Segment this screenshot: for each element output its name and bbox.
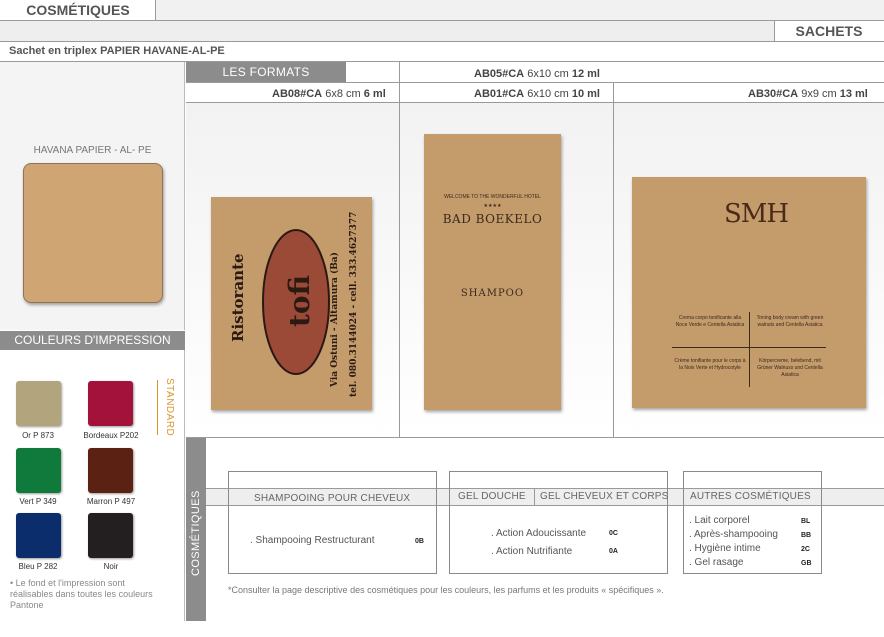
format-code: AB01#CA	[474, 88, 525, 100]
swatch-marron	[88, 448, 133, 493]
format-AB08: AB08#CA 6x8 cm 6 ml	[272, 88, 386, 100]
cosmetic-code: 0B	[415, 538, 424, 545]
ristorante-print: Ristorante tofi Via Ostuni - Altamura (B…	[229, 212, 359, 397]
swatch-bleu	[16, 513, 61, 558]
cosmetic-item: . Action Adoucissante	[491, 528, 587, 539]
ristorante-phone: tel. 080.3144024 - cell. 333.4627377	[349, 212, 359, 397]
boekelo-brand: BAD BOEKELO	[442, 212, 543, 226]
smh-logo: SMH	[724, 199, 789, 229]
format-size: 6x10 cm	[527, 68, 569, 80]
category-box-shampoo	[228, 471, 437, 574]
swatch-label: Noir	[103, 562, 119, 571]
print-colors-title: COULEURS D'IMPRESSION	[14, 333, 171, 347]
page-title: COSMÉTIQUES	[26, 2, 130, 18]
format-volume: 13 ml	[839, 88, 868, 100]
format-code: AB08#CA	[272, 88, 323, 100]
category-title: GEL CHEVEUX ET CORPS	[540, 491, 669, 502]
standard-label: STANDARD	[164, 378, 175, 437]
cosmetics-footnote: *Consulter la page descriptive des cosmé…	[228, 585, 664, 595]
cosmetic-code: BB	[801, 532, 812, 539]
format-AB05: AB05#CA 6x10 cm 12 ml	[474, 68, 600, 80]
swatch-label: Bordeaux P202	[83, 431, 139, 440]
swatch-label: Bleu P 282	[18, 562, 58, 571]
product-area-bottom	[186, 437, 884, 438]
ristorante-logo: tofi	[283, 275, 316, 327]
swatch-bordeaux	[88, 381, 133, 426]
cosmetic-item: . Gel rasage	[689, 557, 744, 568]
section-divider	[0, 41, 884, 42]
smh-text: Toning body cream with green walnuts and…	[756, 315, 824, 328]
cosmetic-code: 0A	[609, 548, 618, 555]
category-title: SHAMPOOING POUR CHEVEUX	[254, 493, 411, 504]
cosmetic-code: BL	[801, 518, 811, 525]
section-band	[0, 21, 884, 41]
swatch-or	[16, 381, 61, 426]
cosmetic-item: . Lait corporel	[689, 515, 750, 526]
sachet-smh: SMH Crema corpo tonificante alla Noce Ve…	[632, 177, 866, 408]
cosmetic-item: . Après-shampooing	[689, 529, 778, 540]
smh-text: Körpercreme, belebend, mit Grüner Walnus…	[757, 358, 823, 378]
format-AB30: AB30#CA 9x9 cm 13 ml	[748, 88, 868, 100]
format-size: 6x10 cm	[527, 88, 569, 100]
format-code: AB30#CA	[748, 88, 799, 100]
formats-row-line	[186, 82, 884, 83]
swatch-label: Or P 873	[22, 431, 54, 440]
cosmetic-item: . Action Nutrifiante	[491, 546, 573, 557]
category-box-gel	[449, 471, 668, 574]
print-colors-note: • Le fond et l'impression sont réalisabl…	[10, 578, 153, 610]
formats-tab-label: LES FORMATS	[222, 65, 310, 79]
format-size: 9x9 cm	[801, 88, 837, 100]
format-size: 6x8 cm	[325, 88, 361, 100]
sachet-bad-boekelo: WELCOME TO THE WONDERFUL HOTEL ★★★★ BAD …	[424, 134, 561, 410]
category-title: GEL DOUCHE	[458, 491, 526, 502]
boekelo-stars: ★★★★	[483, 203, 502, 209]
cosmetic-code: GB	[801, 560, 812, 567]
format-AB01: AB01#CA 6x10 cm 10 ml	[474, 88, 600, 100]
swatch-vert	[16, 448, 61, 493]
category-title: AUTRES COSMÉTIQUES	[690, 491, 811, 502]
smh-vline	[749, 312, 750, 387]
cosmetic-code: 0C	[609, 530, 618, 537]
format-volume: 10 ml	[571, 88, 600, 100]
standard-bar	[157, 380, 158, 435]
format-volume: 6 ml	[363, 88, 386, 100]
swatch-label: Vert P 349	[19, 497, 57, 506]
cosmetic-item: . Hygiène intime	[689, 543, 761, 554]
category-divider	[534, 488, 535, 506]
product-line: Sachet en triplex PAPIER HAVANE-AL-PE	[9, 45, 225, 57]
sachet-ristorante: Ristorante tofi Via Ostuni - Altamura (B…	[211, 197, 372, 410]
swatch-noir	[88, 513, 133, 558]
cosmetics-side-label: COSMÉTIQUES	[190, 490, 202, 576]
ristorante-address: Via Ostuni - Altamura (Ba)	[329, 252, 340, 388]
swatch-label: Marron P 497	[86, 497, 136, 506]
smh-text: Crème tonifiante pour le corps à la Noix…	[674, 358, 746, 371]
cosmetic-item: . Shampooing Restructurant	[250, 535, 375, 546]
material-swatch	[23, 163, 163, 303]
boekelo-top-line: WELCOME TO THE WONDERFUL HOTEL	[444, 194, 541, 200]
smh-text: Crema corpo tonificante alla Noce Verde …	[675, 315, 745, 328]
format-volume: 12 ml	[571, 68, 600, 80]
format-code: AB05#CA	[474, 68, 525, 80]
boekelo-product: SHAMPOO	[460, 288, 525, 299]
material-label: HAVANA PAPIER - AL- PE	[33, 145, 152, 156]
section-title: SACHETS	[795, 23, 863, 39]
cosmetic-code: 2C	[801, 546, 810, 553]
ristorante-name: Ristorante	[229, 253, 247, 342]
